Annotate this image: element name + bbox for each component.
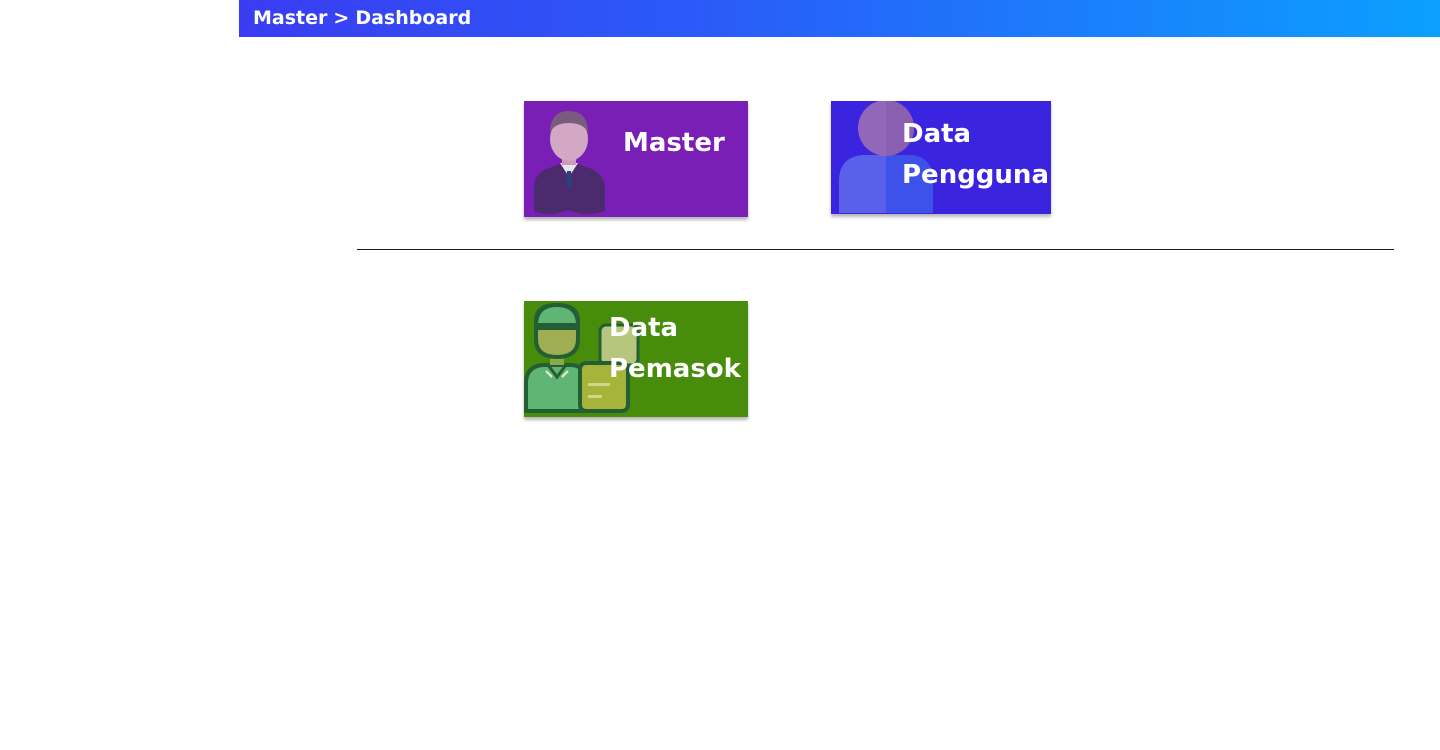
businessman-icon — [534, 111, 605, 215]
breadcrumb-separator: > — [333, 7, 350, 29]
breadcrumb-item-dashboard: Dashboard — [355, 7, 472, 29]
data-pengguna-tile-label: Data Pengguna — [902, 119, 1049, 190]
data-pemasok-tile-label: Data Pemasok — [609, 313, 741, 384]
breadcrumb-item-master[interactable]: Master — [253, 7, 327, 29]
breadcrumb: Master > Dashboard — [253, 0, 471, 37]
data-pemasok-tile[interactable]: Data Pemasok — [524, 301, 748, 417]
data-pengguna-tile[interactable]: Data Pengguna — [831, 101, 1051, 214]
top-header-bar: Master > Dashboard — [239, 0, 1440, 37]
master-tile-label: Master — [623, 128, 725, 158]
master-tile[interactable]: Master — [524, 101, 748, 217]
section-divider — [357, 249, 1394, 250]
